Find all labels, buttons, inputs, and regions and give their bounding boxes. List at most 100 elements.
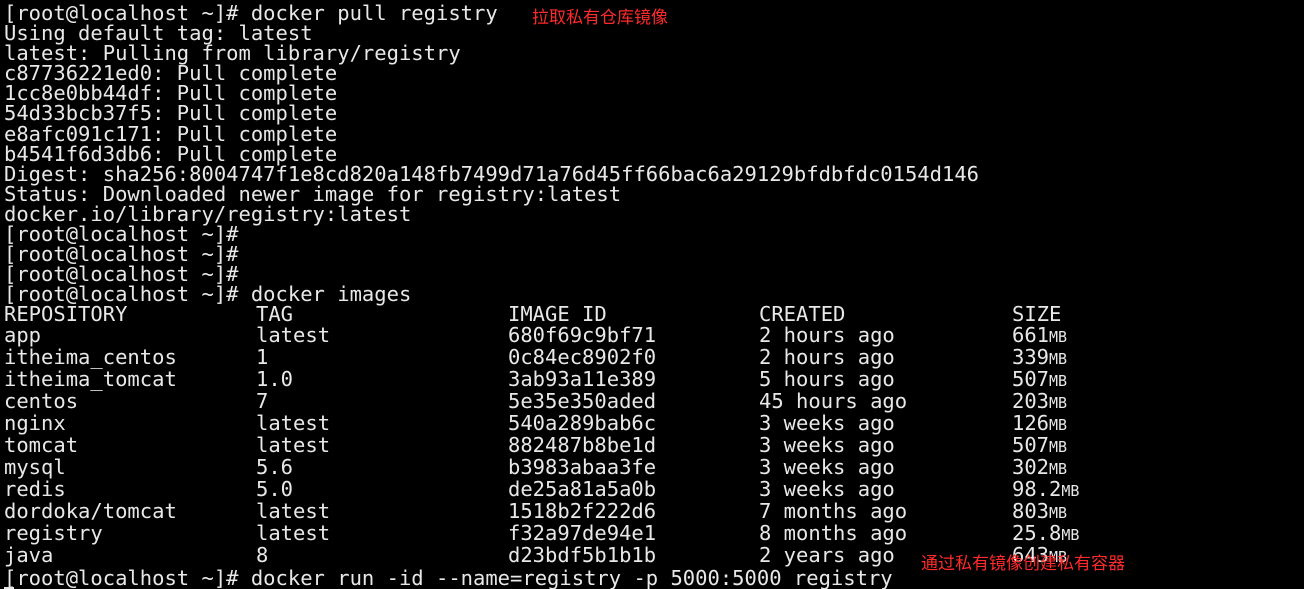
size-unit: MB	[1061, 482, 1080, 501]
created-cell: 8 months ago	[759, 521, 908, 546]
created-cell: 2 hours ago	[759, 322, 895, 347]
image-id-cell: 0c84ec8902f0	[508, 344, 657, 369]
repository-cell: dordoka/tomcat	[4, 499, 177, 524]
image-id-cell: 3ab93a11e389	[508, 366, 657, 391]
tag-cell: 1	[256, 344, 269, 369]
digest-line: Digest: sha256:8004747f1e8cd820a148fb749…	[4, 161, 980, 186]
image-id-cell: 882487b8be1d	[508, 432, 657, 457]
image-id-cell: de25a81a5a0b	[508, 477, 657, 502]
column-header-created: CREATED	[759, 302, 846, 327]
repository-cell: tomcat	[4, 432, 79, 457]
repository-cell: java	[4, 543, 54, 568]
image-id-cell: b3983abaa3fe	[508, 455, 657, 480]
size-cell: 98.2MB	[1012, 479, 1272, 501]
size-value: 339	[1012, 344, 1050, 369]
tag-cell: latest	[256, 499, 331, 524]
created-cell: 5 hours ago	[759, 366, 895, 391]
pull-annotation: 拉取私有仓库镜像	[532, 8, 668, 28]
table-row: redis 5.0 de25a81a5a0b 3 weeks ago 98.2MB	[4, 479, 1272, 501]
created-cell: 2 hours ago	[759, 344, 895, 369]
table-row: tomcat latest 882487b8be1d 3 weeks ago 507MB	[4, 435, 1272, 457]
prompt-line: [root@localhost ~]# docker images	[4, 282, 412, 307]
size-unit: MB	[1049, 437, 1068, 456]
size-cell: 661MB	[1012, 324, 1272, 347]
created-cell: 3 weeks ago	[759, 410, 895, 435]
size-cell: 302MB	[1012, 457, 1272, 479]
table-row: dordoka/tomcat latest 1518b2f222d6 7 months…	[4, 501, 1272, 523]
size-value: 803	[1012, 499, 1050, 524]
repository-cell: redis	[4, 477, 66, 502]
size-cell: 507MB	[1012, 366, 1272, 391]
size-cell: 25.8MB	[1012, 523, 1272, 545]
output-line: 1cc8e0bb44df: Pull complete	[4, 81, 338, 106]
output-line: docker.io/library/registry:latest	[4, 201, 412, 226]
created-cell: 3 weeks ago	[759, 455, 895, 480]
tag-cell: 5.0	[256, 477, 294, 502]
size-cell: 203MB	[1012, 391, 1272, 413]
size-unit: MB	[1049, 349, 1068, 368]
table-row: itheima_centos 1 0c84ec8902f0 2 hours ago 33…	[4, 344, 1272, 369]
prompt-line: [root@localhost ~]#	[4, 262, 239, 287]
repository-cell: registry	[4, 521, 103, 546]
terminal-window[interactable]: [root@localhost ~]# docker pull registry…	[0, 0, 1304, 589]
size-cell: 803MB	[1012, 501, 1272, 523]
tag-cell: 5.6	[256, 455, 294, 480]
size-value: 203	[1012, 388, 1050, 413]
column-header-repository: REPOSITORY	[4, 302, 128, 327]
status-line: Status: Downloaded newer image for regis…	[4, 181, 622, 206]
size-unit: MB	[1049, 371, 1068, 390]
tag-cell: 1.0	[256, 366, 294, 391]
created-cell: 7 months ago	[759, 499, 908, 524]
repository-cell: app	[4, 322, 42, 347]
created-cell: 45 hours ago	[759, 388, 908, 413]
tag-cell: latest	[256, 521, 331, 546]
size-value: 98.2	[1012, 477, 1062, 502]
prompt-line: [root@localhost ~]#	[4, 242, 239, 267]
size-cell: 507MB	[1012, 435, 1272, 457]
table-header-row: REPOSITORY TAG IMAGE ID CREATED SIZE	[4, 302, 1272, 327]
tag-cell: 7	[256, 388, 269, 413]
table-row: itheima_tomcat 1.0 3ab93a11e389 5 hours ago…	[4, 366, 1272, 391]
size-cell: 339MB	[1012, 344, 1272, 369]
repository-cell: mysql	[4, 455, 66, 480]
output-line: latest: Pulling from library/registry	[4, 41, 461, 66]
repository-cell: centos	[4, 388, 79, 413]
column-header-image-id: IMAGE ID	[508, 302, 607, 327]
size-value: 507	[1012, 432, 1050, 457]
repository-cell: itheima_centos	[4, 344, 177, 369]
size-value: 126	[1012, 410, 1050, 435]
size-unit: MB	[1049, 327, 1068, 346]
output-line: e8afc091c171: Pull complete	[4, 121, 338, 146]
output-line: 54d33bcb37f5: Pull complete	[4, 101, 338, 126]
size-value: 507	[1012, 366, 1050, 391]
image-id-cell: 680f69c9bf71	[508, 322, 657, 347]
column-header-tag: TAG	[256, 302, 294, 327]
table-row: nginx latest 540a289bab6c 3 weeks ago 126MB	[4, 413, 1272, 435]
docker-images-table: REPOSITORY TAG IMAGE ID CREATED SIZE app…	[4, 304, 1272, 567]
created-cell: 3 weeks ago	[759, 477, 895, 502]
tag-cell: latest	[256, 432, 331, 457]
table-row: app latest 680f69c9bf71 2 hours ago 661MB	[4, 322, 1272, 347]
size-unit: MB	[1049, 504, 1068, 523]
size-unit: MB	[1061, 526, 1080, 545]
table-row: registry latest f32a97de94e1 8 months ago 25…	[4, 523, 1272, 545]
size-cell: 126MB	[1012, 413, 1272, 435]
image-id-cell: 1518b2f222d6	[508, 499, 657, 524]
prompt-line: [root@localhost ~]#	[4, 222, 239, 247]
size-unit: MB	[1049, 460, 1068, 479]
image-id-cell: d23bdf5b1b1b	[508, 543, 657, 568]
repository-cell: itheima_tomcat	[4, 366, 177, 391]
column-header-size: SIZE	[1012, 302, 1062, 327]
size-value: 25.8	[1012, 521, 1062, 546]
size-value: 302	[1012, 455, 1050, 480]
output-line: c87736221ed0: Pull complete	[4, 61, 338, 86]
repository-cell: nginx	[4, 410, 66, 435]
tag-cell: 8	[256, 543, 269, 568]
table-row: centos 7 5e35e350aded 45 hours ago 203MB	[4, 388, 1272, 413]
run-annotation: 通过私有镜像创建私有容器	[921, 554, 1125, 574]
created-cell: 3 weeks ago	[759, 432, 895, 457]
image-id-cell: f32a97de94e1	[508, 521, 657, 546]
size-unit: MB	[1049, 415, 1068, 434]
tag-cell: latest	[256, 322, 331, 347]
size-unit: MB	[1049, 393, 1068, 412]
